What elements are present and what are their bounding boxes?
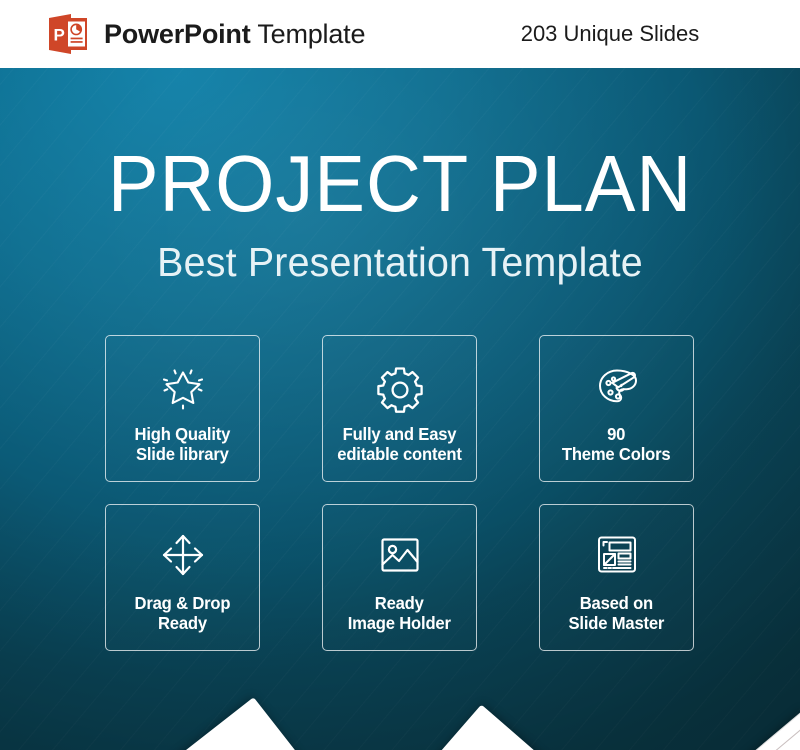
slide-thumbnail-right[interactable]: [626, 710, 800, 750]
slide-preview-page: P PowerPoint Template 203 Unique Slides …: [0, 0, 800, 750]
feature-card-slide-master[interactable]: Based on Slide Master: [539, 504, 694, 651]
slide-thumbnail-right-frame: [643, 727, 800, 750]
feature-label: Ready Image Holder: [348, 593, 451, 634]
feature-label-line2: Image Holder: [347, 613, 452, 634]
svg-text:P: P: [54, 26, 65, 45]
powerpoint-icon: P: [46, 12, 90, 56]
feature-label: Based on Slide Master: [569, 593, 665, 634]
feature-label-line1: Ready: [375, 592, 424, 613]
slide-thumbnail-left[interactable]: Write Y Gre: [72, 697, 346, 750]
feature-label-line2: Slide Master: [568, 613, 665, 634]
move-arrows-icon: [154, 526, 212, 584]
feature-card-theme-colors[interactable]: 90 Theme Colors: [539, 335, 694, 482]
feature-label: Fully and Easy editable content: [337, 423, 462, 465]
page-header: P PowerPoint Template 203 Unique Slides: [0, 0, 800, 68]
feature-label-line2: Theme Colors: [562, 444, 671, 465]
feature-label-line2: editable content: [337, 444, 462, 465]
slide-thumbnail-middle[interactable]: [382, 704, 644, 750]
slide-thumbnail-left-line1: Write Y: [93, 718, 261, 750]
hero-section: PROJECT PLAN Best Presentation Template: [0, 68, 800, 750]
feature-label-line1: Drag & Drop: [134, 592, 231, 613]
slide-layout-icon: [588, 526, 646, 584]
palette-brush-icon: [588, 357, 646, 415]
feature-label: High Quality Slide library: [135, 424, 231, 465]
feature-label-line1: Based on: [579, 592, 654, 613]
page-title: PROJECT PLAN: [107, 139, 693, 228]
star-sparkle-icon: [154, 357, 212, 415]
feature-label-line1: Fully and Easy: [342, 423, 457, 444]
feature-label-line1: High Quality: [134, 423, 231, 444]
feature-label: Drag & Drop Ready: [135, 593, 231, 634]
feature-card-editable-content[interactable]: Fully and Easy editable content: [322, 335, 477, 482]
image-placeholder-icon: [371, 526, 429, 584]
brand-title: PowerPoint Template: [104, 18, 366, 49]
feature-label: 90 Theme Colors: [562, 424, 671, 465]
feature-label-line1: 90: [607, 423, 626, 444]
gear-icon: [371, 357, 429, 415]
feature-label-line2: Ready: [158, 613, 207, 634]
brand-title-light: Template: [250, 18, 366, 49]
brand: P PowerPoint Template: [46, 12, 365, 56]
brand-title-bold: PowerPoint: [104, 18, 251, 49]
page-subtitle: Best Presentation Template: [157, 239, 643, 285]
feature-card-drag-drop[interactable]: Drag & Drop Ready: [105, 504, 260, 651]
feature-grid: High Quality Slide library Fully and Eas…: [105, 335, 695, 651]
slides-count-label: 203 Unique Slides: [520, 21, 700, 46]
feature-card-image-holder[interactable]: Ready Image Holder: [322, 504, 477, 651]
feature-card-high-quality[interactable]: High Quality Slide library: [105, 335, 260, 482]
feature-label-line2: Slide library: [136, 444, 229, 465]
